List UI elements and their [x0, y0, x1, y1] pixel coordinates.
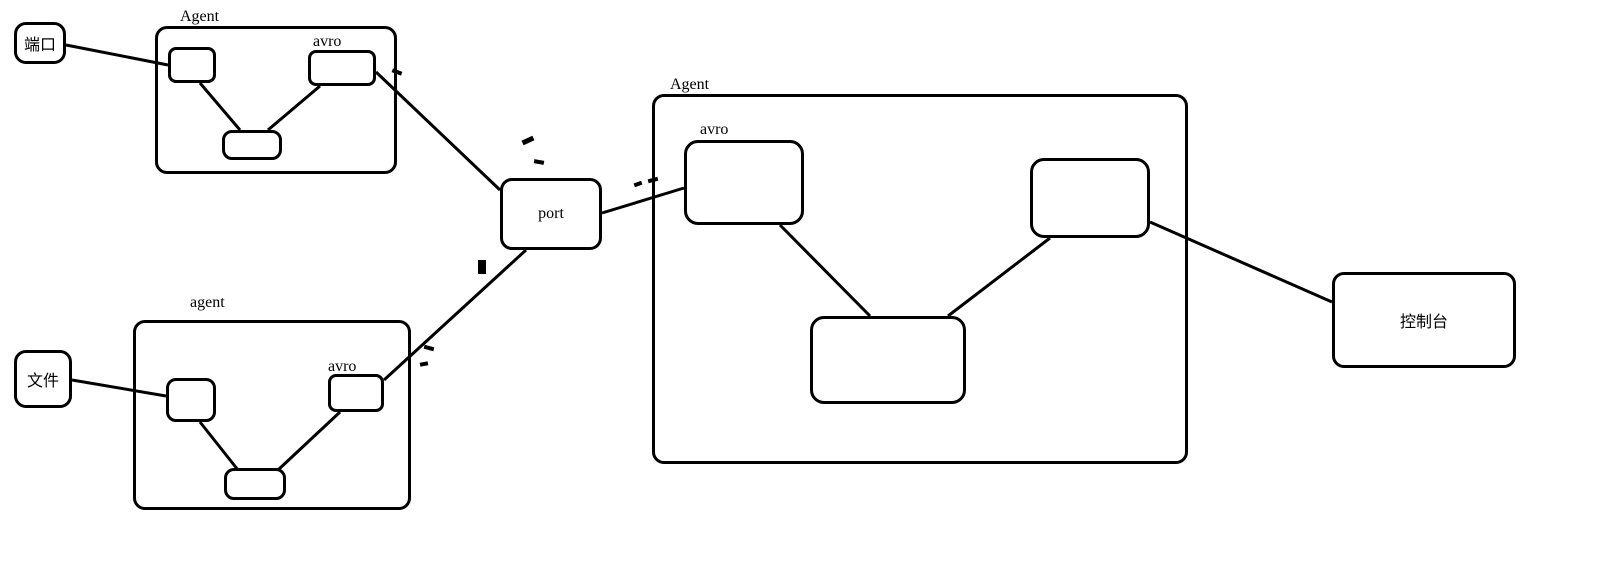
agent3-title: Agent	[670, 76, 709, 94]
agent2-source-box	[166, 378, 216, 422]
agent1-title: Agent	[180, 8, 219, 26]
center-port-label: port	[538, 205, 564, 223]
stray-mark	[478, 260, 486, 274]
agent3-sink-box	[1030, 158, 1150, 238]
stray-mark	[522, 136, 535, 146]
agent1-channel-box	[222, 130, 282, 160]
file-source-label: 文件	[27, 367, 59, 391]
file-source-box: 文件	[14, 350, 72, 408]
agent2-title: agent	[190, 294, 225, 312]
agent2-sink-box	[328, 374, 384, 412]
agent3-avro-label: avro	[700, 121, 728, 139]
agent3-channel-box	[810, 316, 966, 404]
console-label: 控制台	[1400, 308, 1448, 332]
agent1-source-box	[168, 47, 216, 83]
center-port-box: port	[500, 178, 602, 250]
stray-mark	[534, 159, 545, 165]
port-source-box: 端口	[14, 22, 66, 64]
agent3-source-box	[684, 140, 804, 225]
agent2-channel-box	[224, 468, 286, 500]
agent1-avro-label: avro	[313, 33, 341, 51]
stray-mark	[424, 345, 435, 351]
console-box: 控制台	[1332, 272, 1516, 368]
agent1-sink-box	[308, 50, 376, 86]
port-source-label: 端口	[24, 31, 56, 55]
stray-mark	[634, 181, 643, 187]
stray-mark	[420, 361, 429, 366]
